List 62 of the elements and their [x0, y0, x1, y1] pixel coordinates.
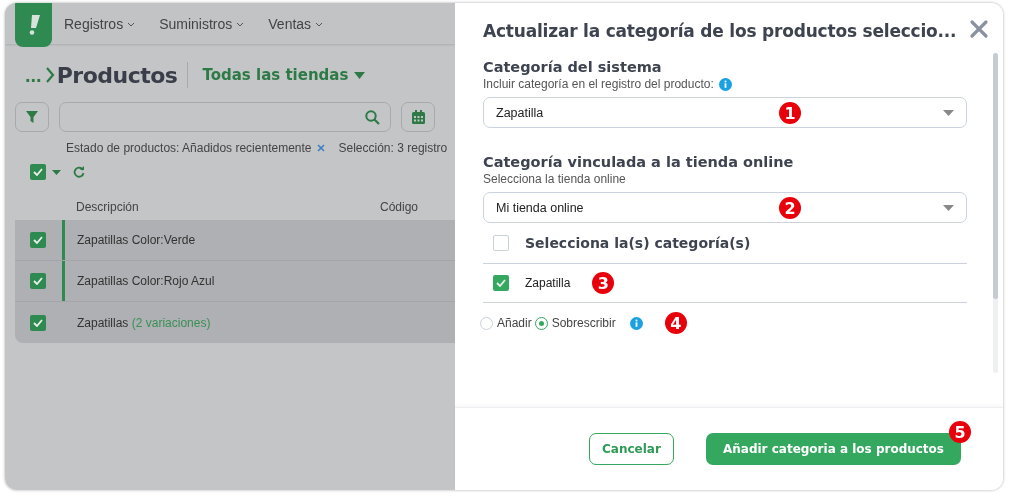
refresh-icon[interactable] [73, 166, 85, 178]
table-cell: Zapatillas Color:Verde [62, 220, 196, 260]
caret-icon [943, 109, 954, 116]
checkbox[interactable] [30, 164, 46, 180]
number-badge: 4 [664, 312, 687, 334]
store-dropdown[interactable]: Todas las tiendas [202, 66, 366, 84]
checkbox[interactable] [30, 314, 46, 331]
close-icon[interactable] [969, 19, 989, 39]
section-heading: Categoría vinculada a la tienda online [483, 154, 795, 170]
logo-icon[interactable] [15, 3, 52, 47]
page-title: Productos [56, 62, 178, 88]
store-dropdown[interactable]: Mi tienda online 2 [483, 192, 967, 223]
filter-label: Selección: 3 registro [338, 141, 448, 155]
checkmark-icon [33, 168, 43, 176]
close-icon[interactable] [316, 144, 325, 152]
caret-icon [943, 204, 954, 211]
checkbox[interactable] [493, 275, 509, 291]
radio-option[interactable]: Añadir [480, 316, 532, 330]
nav-menu[interactable]: Registros [64, 15, 148, 32]
calendar-button[interactable] [401, 102, 435, 132]
dialog-title: Actualizar la categoría de los productos seleccio... [483, 21, 958, 41]
chevron-right-icon [45, 67, 55, 83]
search-icon [365, 109, 380, 125]
number-badge: 5 [949, 421, 971, 443]
nav-menu[interactable]: Suministros [159, 15, 257, 32]
number-badge: 1 [779, 102, 801, 124]
checkmark-icon [496, 279, 506, 287]
column-header: Descripción [76, 200, 140, 216]
table-cell-text: Zapatillas (2 variaciones) [76, 314, 211, 332]
calendar-icon [411, 110, 425, 124]
caret-icon [354, 71, 366, 79]
chevron-down-icon [236, 22, 245, 27]
filter-label: Estado de productos: Añadidos recientemente [66, 141, 312, 155]
number-badge: 2 [779, 197, 801, 219]
category-dropdown[interactable]: Zapatilla 1 [483, 97, 967, 128]
checkmark-icon [33, 236, 43, 244]
radio-option[interactable]: Sobrescribir [534, 316, 616, 330]
breadcrumb-link[interactable]: ... [25, 63, 42, 87]
checkmark-icon [33, 318, 43, 327]
cancel-button[interactable]: Cancelar [588, 433, 674, 465]
info-icon[interactable] [629, 316, 643, 330]
field-hint: Selecciona la tienda online [483, 172, 626, 186]
info-icon[interactable] [718, 77, 732, 91]
caret-icon[interactable] [52, 169, 61, 175]
column-header: Código [380, 200, 419, 216]
chevron-down-icon [127, 22, 136, 27]
section-heading: Categoría del sistema [483, 59, 663, 75]
chevron-down-icon [315, 22, 324, 27]
search-field[interactable] [59, 102, 391, 132]
list-header: Selecciona la(s) categoría(s) [525, 235, 751, 251]
field-hint: Incluir categoría en el registro del producto: [483, 77, 714, 91]
category-label: Zapatilla [525, 276, 571, 290]
scrollbar[interactable] [993, 53, 998, 373]
checkbox[interactable] [30, 232, 46, 248]
filter-icon [26, 111, 38, 123]
nav-menu[interactable]: Ventas [268, 15, 336, 32]
checkbox[interactable] [30, 273, 46, 289]
number-badge: 3 [592, 272, 615, 294]
filter-button[interactable] [15, 102, 49, 132]
table-cell: Zapatillas Color:Rojo Azul [62, 261, 215, 301]
checkmark-icon [33, 277, 43, 285]
checkbox[interactable] [493, 235, 509, 251]
